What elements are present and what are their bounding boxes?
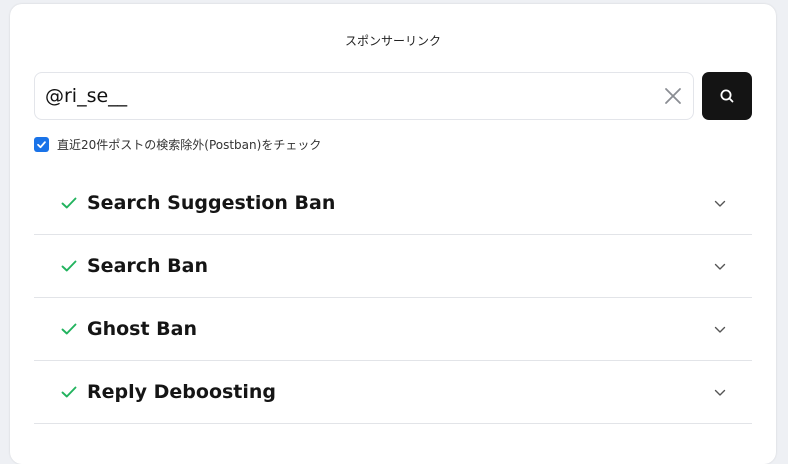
- result-title: Search Ban: [87, 255, 208, 277]
- result-row-ghost-ban[interactable]: Ghost Ban: [34, 298, 752, 361]
- sponsor-label: スポンサーリンク: [344, 34, 441, 48]
- check-icon: [61, 260, 77, 272]
- search-field[interactable]: [34, 72, 694, 120]
- result-row-search-ban[interactable]: Search Ban: [34, 235, 752, 298]
- result-list: Search Suggestion Ban Search Ban Ghost B…: [34, 172, 752, 424]
- result-title: Search Suggestion Ban: [87, 192, 336, 214]
- result-row-reply-deboosting[interactable]: Reply Deboosting: [34, 361, 752, 424]
- check-icon: [61, 197, 77, 209]
- chevron-down-icon[interactable]: [714, 326, 726, 334]
- chevron-down-icon[interactable]: [714, 389, 726, 397]
- result-row-search-suggestion-ban[interactable]: Search Suggestion Ban: [34, 172, 752, 235]
- checkmark-icon: [37, 141, 46, 149]
- search-icon: [720, 89, 734, 103]
- chevron-down-icon[interactable]: [714, 200, 726, 208]
- postban-label: 直近20件ポストの検索除外(Postban)をチェック: [57, 138, 322, 152]
- chevron-down-icon[interactable]: [714, 263, 726, 271]
- postban-option[interactable]: 直近20件ポストの検索除外(Postban)をチェック: [34, 136, 321, 153]
- checker-card: スポンサーリンク 直近20件ポストの検索除外(Postban)をチェック Sea…: [10, 4, 776, 464]
- check-icon: [61, 323, 77, 335]
- result-title: Ghost Ban: [87, 318, 198, 340]
- postban-checkbox[interactable]: [34, 137, 49, 152]
- search-button[interactable]: [702, 72, 752, 120]
- check-icon: [61, 386, 77, 398]
- result-title: Reply Deboosting: [87, 381, 277, 403]
- search-input[interactable]: [45, 73, 645, 119]
- clear-icon[interactable]: [663, 86, 683, 106]
